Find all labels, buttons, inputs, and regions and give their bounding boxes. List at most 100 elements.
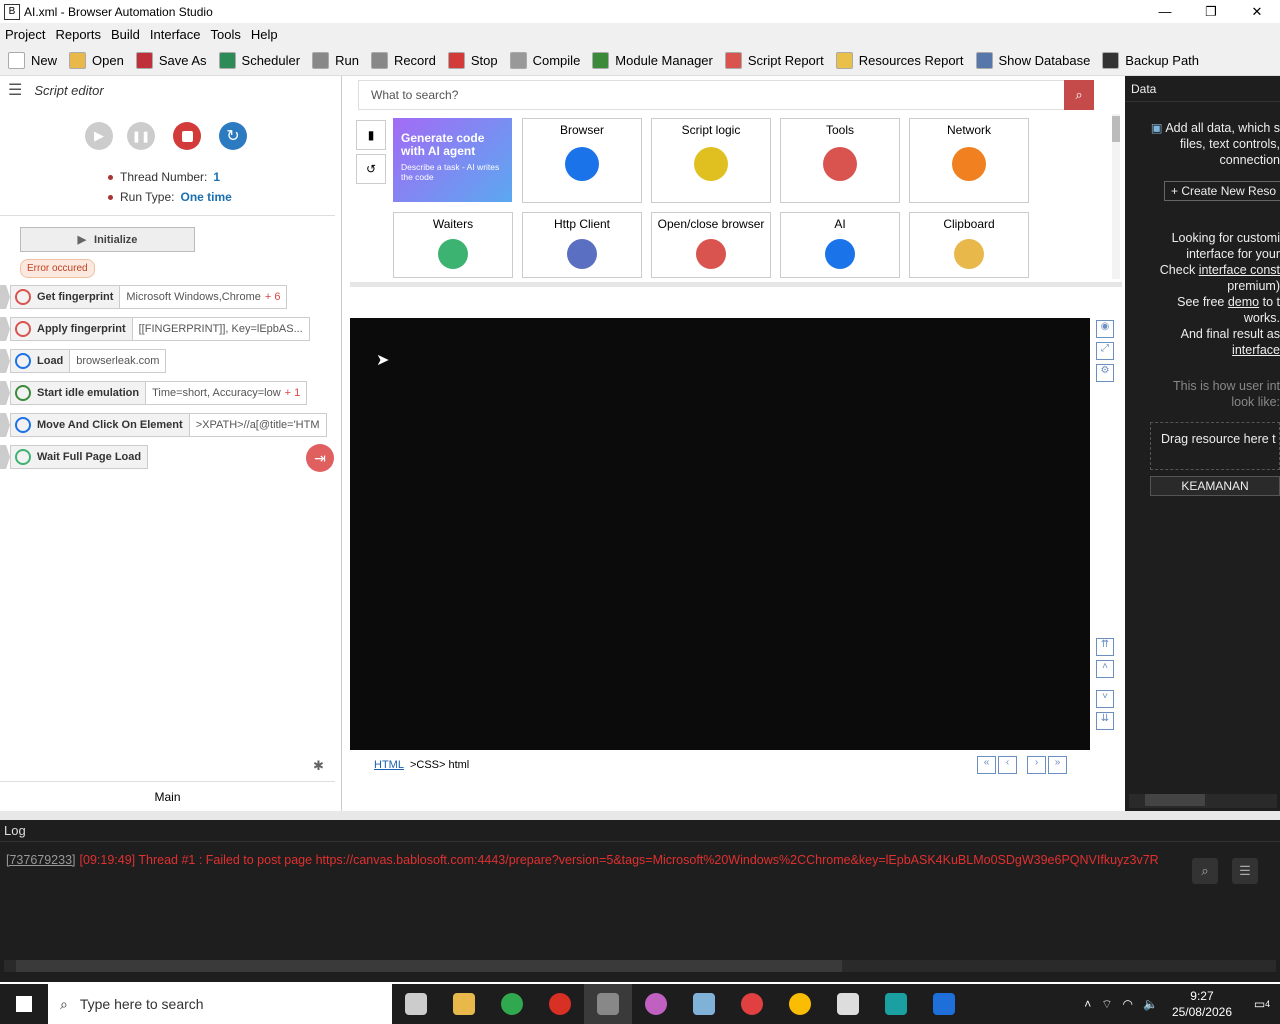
record-button[interactable]: Record: [370, 51, 436, 69]
prev-icon[interactable]: ‹: [998, 756, 1017, 774]
tile-browser[interactable]: Browser: [522, 118, 642, 203]
path-html-link[interactable]: HTML: [374, 759, 404, 771]
taskbar-app-6[interactable]: [680, 984, 728, 1024]
log-hscrollbar[interactable]: [4, 960, 1276, 972]
action-params[interactable]: Microsoft Windows,Chrome + 6: [120, 285, 288, 309]
first-icon[interactable]: «: [977, 756, 996, 774]
scroll-top-icon[interactable]: ⇈: [1096, 638, 1114, 656]
action-load[interactable]: Load browserleak.com: [0, 349, 167, 373]
action-name[interactable]: Load: [10, 349, 71, 373]
scheduler-button[interactable]: Scheduler: [218, 51, 300, 69]
tray-chevron-icon[interactable]: ˄: [1084, 997, 1091, 1011]
action-search-input[interactable]: What to search?: [358, 80, 1092, 110]
script-report-button[interactable]: Script Report: [724, 51, 824, 69]
initialize-button[interactable]: ▶ Initialize: [20, 227, 195, 252]
clock[interactable]: 9:27 25/08/2026: [1172, 988, 1232, 1020]
taskbar-app-7[interactable]: [728, 984, 776, 1024]
tile-ai[interactable]: AI: [780, 212, 900, 278]
taskbar-app-11[interactable]: [920, 984, 968, 1024]
action-name[interactable]: Apply fingerprint: [10, 317, 133, 341]
browser-viewport[interactable]: ➤: [350, 318, 1090, 750]
module-manager-button[interactable]: Module Manager: [592, 51, 713, 69]
action-handle[interactable]: [0, 445, 10, 469]
log-id[interactable]: [737679233]: [6, 853, 76, 867]
taskbar-app-3[interactable]: [536, 984, 584, 1024]
action-start-idle-emulation[interactable]: Start idle emulation Time=short, Accuracy…: [0, 381, 308, 405]
action-params[interactable]: [[FINGERPRINT]], Key=lEpbAS...: [132, 317, 310, 341]
new-button[interactable]: New: [8, 51, 57, 69]
taskbar-app-5[interactable]: [632, 984, 680, 1024]
save-as-button[interactable]: Save As: [135, 51, 207, 69]
close-button[interactable]: ✕: [1234, 0, 1280, 23]
thread-value[interactable]: 1: [213, 170, 220, 184]
menu-build[interactable]: Build: [106, 27, 145, 42]
bookmark-button[interactable]: ▮: [356, 120, 386, 150]
menu-reports[interactable]: Reports: [50, 27, 106, 42]
stop-button[interactable]: [173, 122, 201, 150]
exit-icon[interactable]: ⇥: [306, 444, 334, 472]
data-hscrollbar[interactable]: [1129, 794, 1277, 808]
last-icon[interactable]: »: [1048, 756, 1067, 774]
minimize-button[interactable]: —: [1142, 0, 1188, 23]
splitter[interactable]: [350, 282, 1122, 287]
action-handle[interactable]: [0, 413, 10, 437]
fullscreen-icon[interactable]: ⤢: [1096, 342, 1114, 360]
tile-tools[interactable]: Tools: [780, 118, 900, 203]
tab-main[interactable]: Main: [0, 781, 335, 811]
taskbar-app-4[interactable]: [584, 984, 632, 1024]
next-icon[interactable]: ›: [1027, 756, 1046, 774]
maximize-button[interactable]: ❐: [1188, 0, 1234, 23]
log-search-icon[interactable]: ⌕: [1192, 858, 1218, 884]
backup-path-button[interactable]: Backup Path: [1102, 51, 1199, 69]
tile-http-client[interactable]: Http Client: [522, 212, 642, 278]
restart-button[interactable]: ↻: [219, 122, 247, 150]
run-button[interactable]: Run: [312, 51, 359, 69]
action-name[interactable]: Wait Full Page Load: [10, 445, 149, 469]
interface-link[interactable]: interface: [1232, 343, 1280, 357]
action-apply-fingerprint[interactable]: Apply fingerprint [[FINGERPRINT]], Key=lE…: [0, 317, 310, 341]
volume-icon[interactable]: 🔈: [1143, 997, 1158, 1011]
taskbar-app-2[interactable]: [488, 984, 536, 1024]
menu-interface[interactable]: Interface: [145, 27, 206, 42]
tile-network[interactable]: Network: [909, 118, 1029, 203]
action-name[interactable]: Get fingerprint: [10, 285, 121, 309]
action-wait-full-page-load[interactable]: Wait Full Page Load: [0, 445, 149, 469]
action-params[interactable]: Time=short, Accuracy=low + 1: [146, 381, 308, 405]
ai-generate-tile[interactable]: Generate code with AI agent Describe a t…: [393, 118, 512, 202]
run-script-button[interactable]: ▶: [85, 122, 113, 150]
pause-button[interactable]: ❚❚: [127, 122, 155, 150]
taskbar-app-8[interactable]: [776, 984, 824, 1024]
tab-keamanan[interactable]: KEAMANAN: [1150, 476, 1280, 496]
taskbar-app-0[interactable]: [392, 984, 440, 1024]
action-params[interactable]: >XPATH>//a[@title='HTM: [189, 413, 327, 437]
menu-help[interactable]: Help: [246, 27, 283, 42]
taskbar-app-9[interactable]: [824, 984, 872, 1024]
bug-icon[interactable]: ✱: [313, 758, 329, 774]
taskbar-search[interactable]: ⌕ Type here to search: [48, 984, 392, 1024]
resources-report-button[interactable]: Resources Report: [835, 51, 964, 69]
settings-icon[interactable]: ⚙: [1096, 364, 1114, 382]
action-handle[interactable]: [0, 349, 10, 373]
action-handle[interactable]: [0, 285, 10, 309]
tile-script-logic[interactable]: Script logic: [651, 118, 771, 203]
start-button[interactable]: [0, 984, 48, 1024]
run-type-value[interactable]: One time: [180, 190, 231, 204]
scroll-down-icon[interactable]: ˅: [1096, 690, 1114, 708]
scroll-bottom-icon[interactable]: ⇊: [1096, 712, 1114, 730]
action-name[interactable]: Start idle emulation: [10, 381, 147, 405]
scroll-up-icon[interactable]: ˄: [1096, 660, 1114, 678]
signal-icon[interactable]: ◉: [1096, 320, 1114, 338]
palette-scrollbar[interactable]: [1112, 114, 1120, 279]
action-get-fingerprint[interactable]: Get fingerprint Microsoft Windows,Chrome +…: [0, 285, 288, 309]
create-resource-button[interactable]: + Create New Reso: [1164, 181, 1280, 201]
log-menu-icon[interactable]: ☰: [1232, 858, 1258, 884]
tile-clipboard[interactable]: Clipboard: [909, 212, 1029, 278]
demo-link[interactable]: demo: [1228, 295, 1259, 309]
hamburger-icon[interactable]: ☰: [8, 80, 22, 100]
menu-project[interactable]: Project: [0, 27, 50, 42]
tile-open-close-browser[interactable]: Open/close browser: [651, 212, 771, 278]
show-database-button[interactable]: Show Database: [975, 51, 1090, 69]
menu-tools[interactable]: Tools: [206, 27, 246, 42]
tile-waiters[interactable]: Waiters: [393, 212, 513, 278]
search-button[interactable]: ⌕: [1064, 80, 1094, 110]
